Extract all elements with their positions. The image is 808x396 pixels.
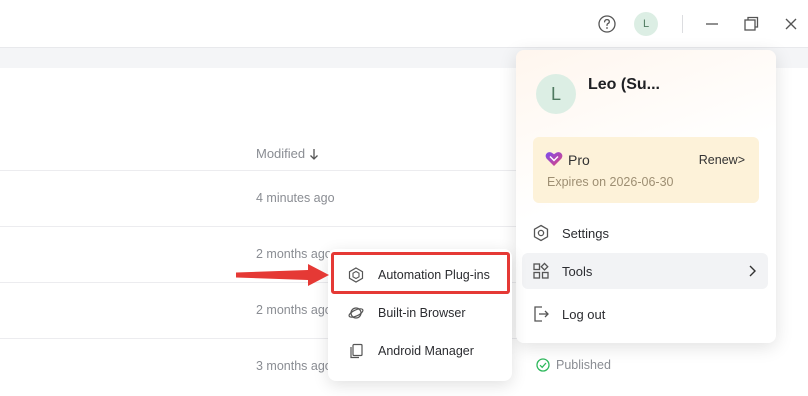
title-bar: L (0, 0, 808, 48)
title-bar-divider (682, 15, 683, 33)
grid-icon (532, 262, 550, 280)
android-manager-label: Android Manager (378, 344, 474, 358)
row-modified-time: 2 months ago (256, 303, 332, 317)
row-modified-time: 2 months ago (256, 247, 332, 261)
modified-column-header[interactable]: Modified (256, 146, 319, 161)
built-in-browser-item[interactable]: Built-in Browser (334, 295, 506, 331)
tools-submenu: Automation Plug-ins Built-in Browser And… (328, 249, 512, 381)
tools-label: Tools (562, 263, 593, 279)
status-badge: Published (536, 358, 611, 372)
automation-plugins-label: Automation Plug-ins (378, 268, 490, 282)
plan-name: Pro (568, 152, 590, 168)
modified-header-label: Modified (256, 146, 306, 161)
row-modified-time: 4 minutes ago (256, 191, 335, 205)
profile-menu: L Leo (Su... Pro Renew> Expires on 2026-… (516, 50, 776, 343)
logout-menu-item[interactable]: Log out (522, 296, 768, 332)
user-avatar[interactable]: L (634, 12, 658, 36)
renew-link[interactable]: Renew> (699, 153, 745, 167)
logout-icon (532, 305, 550, 323)
settings-menu-item[interactable]: Settings (522, 215, 768, 251)
close-icon[interactable] (782, 14, 800, 34)
tools-menu-item[interactable]: Tools (522, 253, 768, 289)
sort-down-arrow-icon (310, 148, 319, 160)
automation-plugins-item[interactable]: Automation Plug-ins (334, 257, 506, 293)
row-divider (0, 170, 520, 171)
pro-plan-card: Pro Renew> Expires on 2026-06-30 (533, 137, 759, 203)
restore-icon[interactable] (742, 14, 760, 34)
profile-avatar: L (536, 74, 576, 114)
row-modified-time: 3 months ago (256, 359, 332, 373)
profile-user-name: Leo (Su... (588, 76, 660, 93)
plugin-icon (348, 267, 364, 283)
help-icon[interactable] (597, 14, 617, 34)
row-divider (0, 226, 520, 227)
pro-heart-icon (545, 152, 563, 166)
minimize-icon[interactable] (704, 14, 720, 34)
gear-icon (532, 224, 550, 242)
settings-label: Settings (562, 225, 609, 241)
pointer-arrow-icon (236, 264, 329, 286)
plan-expiry-date: Expires on 2026-06-30 (547, 175, 674, 189)
logout-label: Log out (562, 306, 606, 322)
android-manager-icon (348, 343, 364, 359)
android-manager-item[interactable]: Android Manager (334, 333, 506, 369)
check-circle-icon (536, 358, 550, 372)
browser-icon (348, 305, 364, 321)
built-in-browser-label: Built-in Browser (378, 306, 466, 320)
status-label: Published (556, 358, 611, 372)
chevron-right-icon (749, 265, 756, 277)
